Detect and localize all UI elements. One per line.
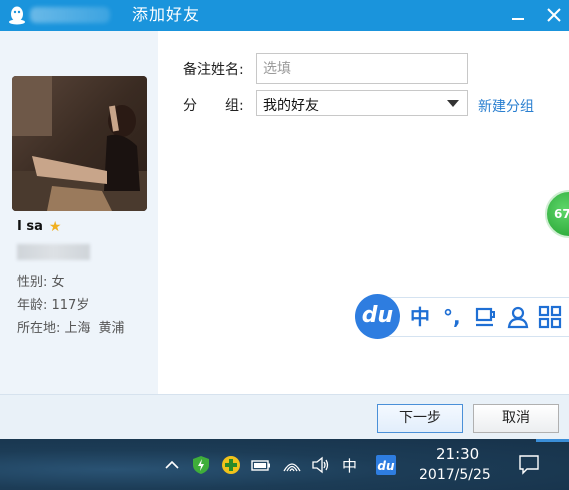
remark-name-input[interactable]: [256, 53, 468, 84]
gender-label: 性别:: [17, 275, 52, 290]
floating-ball-value: 67: [554, 207, 569, 221]
close-icon: [547, 8, 561, 22]
battery-icon[interactable]: [251, 455, 271, 475]
close-button[interactable]: [541, 4, 567, 26]
group-label-part2: 组:: [225, 98, 244, 114]
qq-penguin-icon: [9, 6, 25, 25]
user-icon[interactable]: [506, 305, 530, 329]
group-label-part1: 分: [183, 98, 197, 114]
clock-time[interactable]: 21:30: [436, 445, 479, 463]
group-select[interactable]: 我的好友: [256, 90, 468, 116]
age-label: 年龄:: [17, 298, 52, 313]
grid-icon[interactable]: [538, 305, 562, 329]
nickname-row: I sa ★: [17, 219, 61, 234]
taskbar: 中 du 21:30 2017/5/25: [0, 439, 569, 490]
clock-date[interactable]: 2017/5/25: [419, 467, 491, 483]
blurred-account-id: [17, 244, 90, 260]
floating-assistant-ball[interactable]: 67: [545, 190, 569, 238]
baidu-ime-tray-icon[interactable]: du: [376, 455, 396, 475]
volume-icon[interactable]: [311, 455, 331, 475]
location-info: 所在地: 上海 黄浦: [17, 317, 125, 336]
blurred-account-name: [30, 7, 110, 23]
remark-label: 备注姓名:: [183, 62, 244, 78]
age-value: 117岁: [51, 298, 90, 313]
star-icon: ★: [48, 218, 62, 235]
next-button[interactable]: 下一步: [377, 404, 463, 433]
new-group-link[interactable]: 新建分组: [478, 96, 534, 116]
chevron-down-icon: [447, 100, 459, 107]
ime-punctuation-toggle[interactable]: °,: [443, 306, 461, 328]
taskbar-ime-indicator[interactable]: 中: [342, 455, 357, 476]
ime-language-toggle[interactable]: 中: [410, 306, 430, 328]
title-bar: 添加好友: [0, 0, 569, 31]
baidu-ime-logo[interactable]: du: [355, 294, 400, 339]
chevron-up-icon[interactable]: [162, 455, 182, 475]
notification-icon[interactable]: [518, 453, 540, 475]
taskbar-accent: [536, 439, 569, 442]
avatar-photo: [12, 76, 147, 211]
nickname: I sa: [17, 219, 43, 234]
cup-icon[interactable]: [474, 305, 498, 329]
avatar[interactable]: [12, 76, 147, 211]
dialog-footer: 下一步 取消: [0, 394, 569, 439]
gender-value: 女: [51, 275, 65, 290]
location-province: 上海: [64, 321, 91, 336]
group-label: 分 组:: [183, 95, 244, 115]
shield-icon[interactable]: [191, 455, 211, 475]
location-city: 黄浦: [98, 321, 125, 336]
minimize-button[interactable]: [505, 4, 531, 26]
profile-panel: I sa ★ 性别: 女 年龄: 117岁 所在地: 上海 黄浦: [0, 31, 158, 394]
location-label: 所在地:: [17, 321, 65, 336]
cancel-button[interactable]: 取消: [473, 404, 559, 433]
window-title: 添加好友: [132, 5, 201, 24]
age-info: 年龄: 117岁: [17, 294, 89, 313]
group-select-value: 我的好友: [263, 98, 319, 114]
wifi-icon[interactable]: [282, 455, 302, 475]
svg-text:du: du: [377, 459, 395, 473]
plus-badge-icon[interactable]: [221, 455, 241, 475]
gender-info: 性别: 女: [17, 271, 65, 290]
